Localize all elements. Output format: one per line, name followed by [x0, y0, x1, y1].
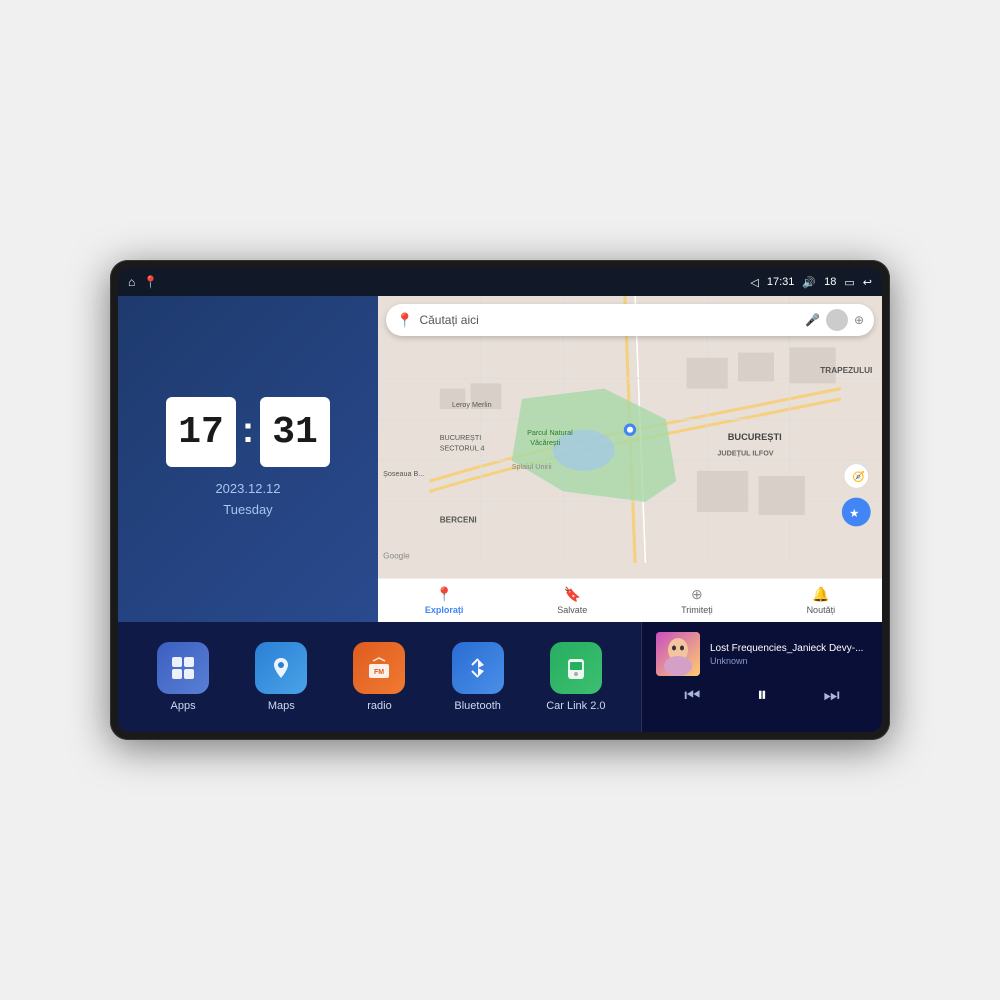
svg-text:FM: FM: [374, 669, 384, 676]
map-search-text[interactable]: Căutați aici: [419, 313, 799, 327]
next-button[interactable]: ⏭: [820, 685, 844, 706]
back-icon[interactable]: ↩: [863, 276, 872, 289]
microphone-icon[interactable]: 🎤: [805, 313, 820, 327]
send-icon: ⊕: [691, 586, 703, 603]
bluetooth-icon: [452, 642, 504, 694]
svg-text:🧭: 🧭: [852, 470, 865, 483]
music-title: Lost Frequencies_Janieck Devy-...: [710, 643, 868, 654]
map-nav-explore[interactable]: 📍 Explorați: [425, 586, 464, 615]
map-bottom-nav: 📍 Explorați 🔖 Salvate ⊕ Trimiteți 🔔: [378, 578, 882, 622]
svg-text:★: ★: [849, 508, 859, 520]
music-artist: Unknown: [710, 656, 868, 666]
clock-display: 17 : 31: [166, 397, 330, 467]
news-icon: 🔔: [812, 586, 829, 603]
map-background: TRAPEZULUI BUCUREȘTI JUDEȚUL ILFOV BERCE…: [378, 296, 882, 563]
screen: ⌂ 📍 ◁ 17:31 🔊 18 ▭ ↩ 17 :: [118, 268, 882, 732]
volume-icon: 🔊: [802, 276, 816, 289]
music-controls: ⏮ ⏸ ⏭: [656, 684, 868, 707]
album-art: [656, 632, 700, 676]
svg-text:JUDEȚUL ILFOV: JUDEȚUL ILFOV: [717, 448, 773, 457]
clock-widget: 17 : 31 2023.12.12 Tuesday: [118, 296, 378, 622]
svg-text:TRAPEZULUI: TRAPEZULUI: [820, 366, 872, 375]
maps-icon: [255, 642, 307, 694]
status-bar: ⌂ 📍 ◁ 17:31 🔊 18 ▭ ↩: [118, 268, 882, 296]
svg-text:BUCUREȘTI: BUCUREȘTI: [440, 433, 482, 442]
carlink-label: Car Link 2.0: [546, 700, 605, 712]
send-label: Trimiteți: [681, 605, 713, 615]
app-item-maps[interactable]: Maps: [251, 642, 311, 712]
bluetooth-label: Bluetooth: [454, 700, 500, 712]
svg-text:SECTORUL 4: SECTORUL 4: [440, 443, 485, 452]
app-item-carlink[interactable]: Car Link 2.0: [546, 642, 606, 712]
battery-icon: ▭: [844, 276, 854, 289]
app-item-apps[interactable]: Apps: [153, 642, 213, 712]
radio-label: radio: [367, 700, 391, 712]
music-info: Lost Frequencies_Janieck Devy-... Unknow…: [710, 643, 868, 666]
layers-icon[interactable]: ⊕: [854, 313, 864, 327]
status-time: 17:31: [767, 276, 795, 288]
map-nav-send[interactable]: ⊕ Trimiteți: [681, 586, 713, 615]
saved-icon: 🔖: [564, 586, 581, 603]
map-nav-news[interactable]: 🔔 Noutăți: [807, 586, 836, 615]
apps-icon: [157, 642, 209, 694]
svg-text:Șoseaua B...: Șoseaua B...: [383, 469, 424, 478]
svg-text:Splaiul Unirii: Splaiul Unirii: [512, 462, 552, 471]
svg-text:Google: Google: [383, 551, 410, 560]
svg-text:BUCUREȘTI: BUCUREȘTI: [728, 432, 782, 442]
carlink-icon: [550, 642, 602, 694]
prev-button[interactable]: ⏮: [680, 685, 704, 706]
status-left-icons: ⌂ 📍: [128, 275, 158, 289]
svg-text:Parcul Natural: Parcul Natural: [527, 428, 573, 437]
app-icons: Apps Maps: [118, 622, 642, 732]
volume-level: 18: [824, 276, 836, 288]
music-top: Lost Frequencies_Janieck Devy-... Unknow…: [656, 632, 868, 676]
top-row: 17 : 31 2023.12.12 Tuesday: [118, 296, 882, 622]
status-right-info: ◁ 17:31 🔊 18 ▭ ↩: [750, 276, 872, 289]
apps-label: Apps: [171, 700, 196, 712]
map-nav-saved[interactable]: 🔖 Salvate: [557, 586, 587, 615]
svg-text:BERCENI: BERCENI: [440, 515, 477, 524]
svg-text:Leroy Merlin: Leroy Merlin: [452, 400, 492, 409]
map-search-bar[interactable]: 📍 Căutați aici 🎤 ⊕: [386, 304, 874, 336]
clock-colon: :: [242, 409, 254, 451]
map-pin-icon: 📍: [396, 312, 413, 329]
play-pause-button[interactable]: ⏸: [753, 684, 771, 707]
clock-date: 2023.12.12 Tuesday: [215, 479, 280, 521]
app-item-bluetooth[interactable]: Bluetooth: [448, 642, 508, 712]
map-widget[interactable]: TRAPEZULUI BUCUREȘTI JUDEȚUL ILFOV BERCE…: [378, 296, 882, 622]
signal-icon: ◁: [750, 276, 758, 289]
home-icon[interactable]: ⌂: [128, 275, 135, 289]
app-item-radio[interactable]: FM radio: [349, 642, 409, 712]
maps-status-icon[interactable]: 📍: [143, 275, 158, 289]
clock-minute: 31: [260, 397, 330, 467]
radio-icon: FM: [353, 642, 405, 694]
explore-label: Explorați: [425, 605, 464, 615]
news-label: Noutăți: [807, 605, 836, 615]
maps-label: Maps: [268, 700, 295, 712]
bottom-row: Apps Maps: [118, 622, 882, 732]
svg-text:Văcărești: Văcărești: [530, 438, 560, 447]
user-avatar[interactable]: [826, 309, 848, 331]
music-player: Lost Frequencies_Janieck Devy-... Unknow…: [642, 622, 882, 732]
clock-hour: 17: [166, 397, 236, 467]
main-content: 17 : 31 2023.12.12 Tuesday: [118, 296, 882, 732]
explore-icon: 📍: [435, 586, 452, 603]
saved-label: Salvate: [557, 605, 587, 615]
device: ⌂ 📍 ◁ 17:31 🔊 18 ▭ ↩ 17 :: [110, 260, 890, 740]
